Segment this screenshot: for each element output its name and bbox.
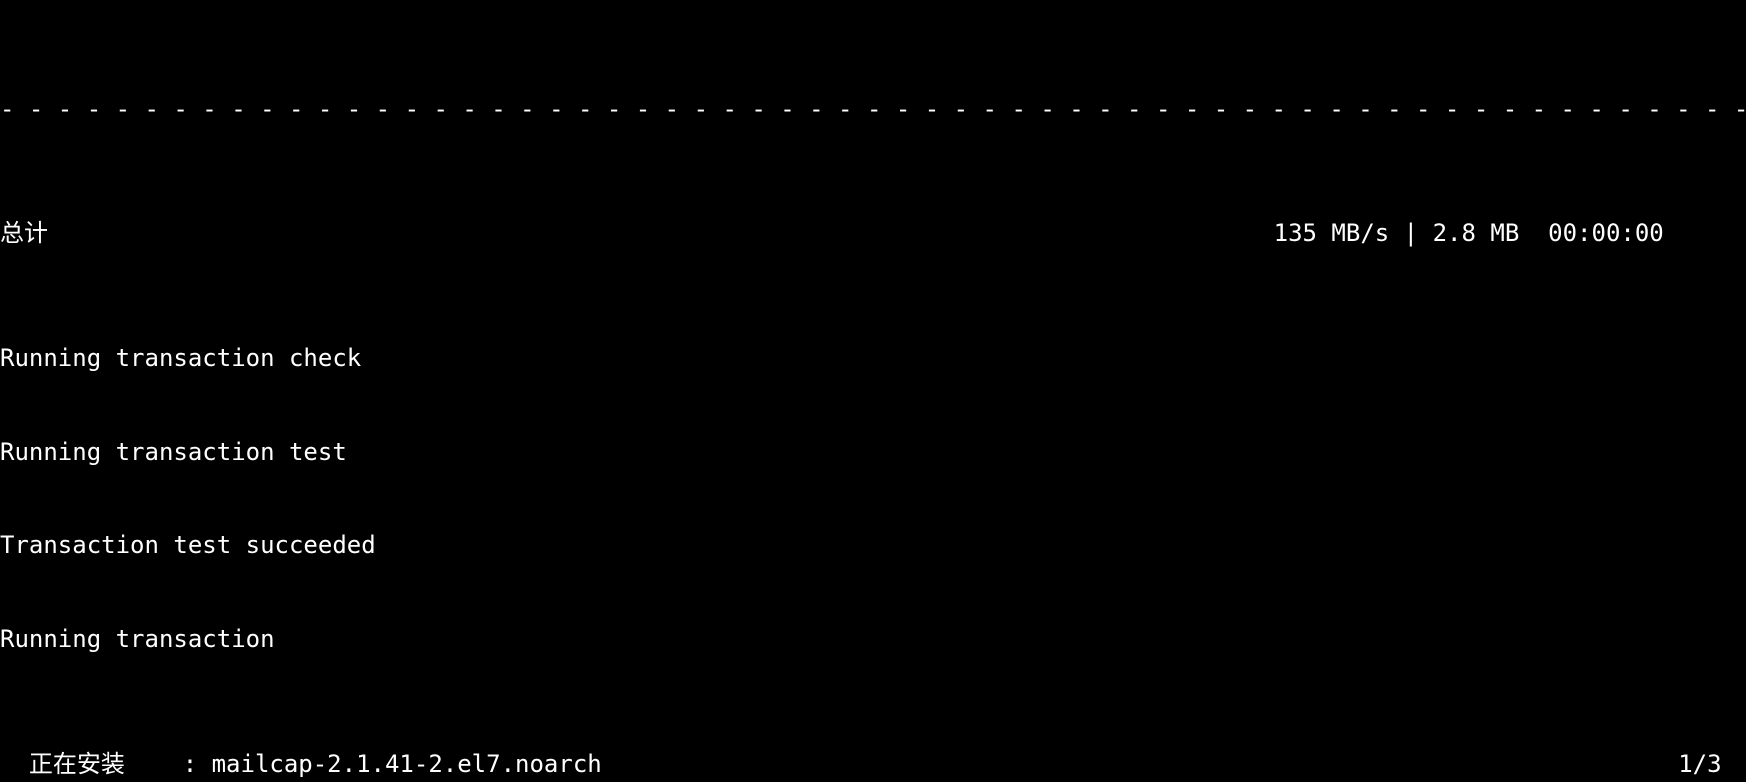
pkg-progress: 1/3	[1678, 749, 1746, 780]
output-line: Transaction test succeeded	[0, 530, 1746, 561]
output-line: Running transaction test	[0, 437, 1746, 468]
pkg-action: 正在安装 : mailcap-2.1.41-2.el7.noarch	[0, 749, 602, 780]
total-label: 总计	[0, 218, 48, 249]
terminal[interactable]: - - - - - - - - - - - - - - - - - - - - …	[0, 0, 1746, 782]
total-line: 总计 135 MB/s | 2.8 MB 00:00:00	[0, 218, 1746, 249]
total-stats: 135 MB/s | 2.8 MB 00:00:00	[1274, 218, 1746, 249]
separator-line: - - - - - - - - - - - - - - - - - - - - …	[0, 94, 1746, 125]
output-line: Running transaction check	[0, 343, 1746, 374]
output-line: Running transaction	[0, 624, 1746, 655]
table-row: 正在安装 : mailcap-2.1.41-2.el7.noarch 1/3	[0, 749, 1746, 780]
